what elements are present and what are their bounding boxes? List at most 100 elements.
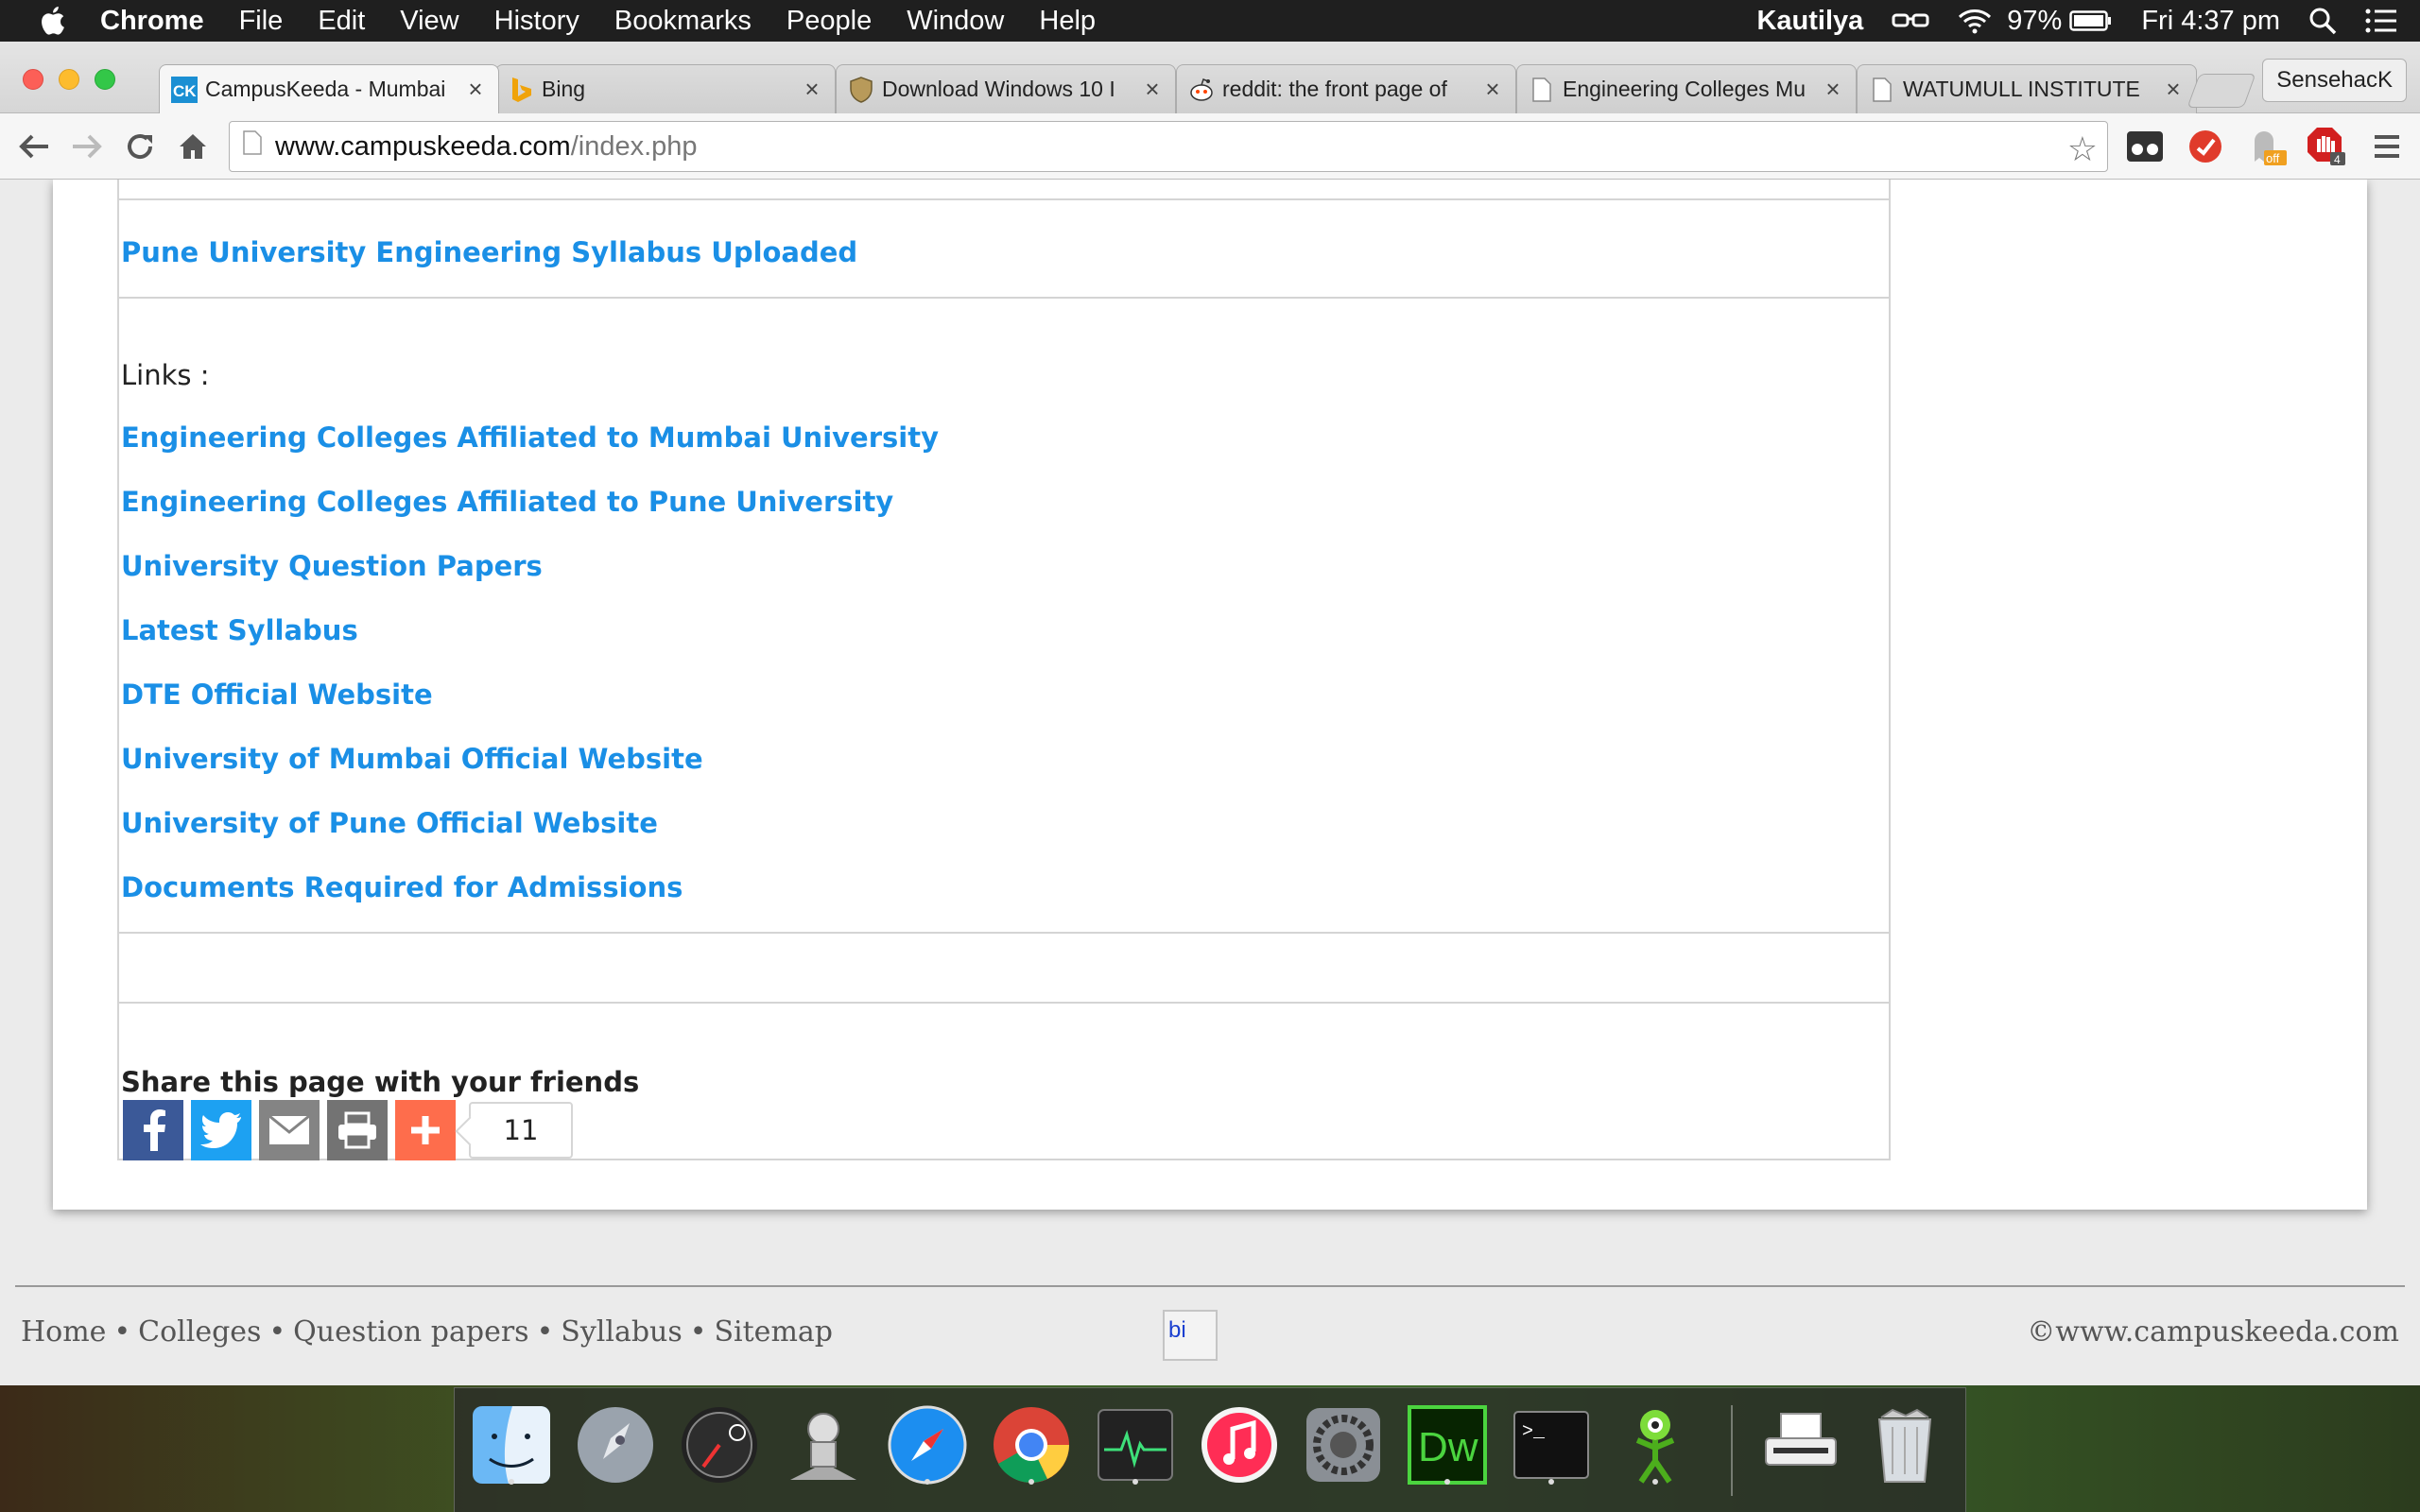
home-button[interactable] <box>170 124 216 169</box>
system-preferences-icon[interactable] <box>1300 1401 1387 1488</box>
close-tab-icon[interactable]: × <box>2162 75 2185 104</box>
link-mumbai-university[interactable]: University of Mumbai Official Website <box>121 743 703 775</box>
window-minimize-button[interactable] <box>59 69 79 90</box>
printer-icon[interactable] <box>1757 1401 1844 1488</box>
running-indicator <box>925 1479 930 1485</box>
svg-text:Dw: Dw <box>1418 1424 1478 1470</box>
dock-separator <box>1731 1405 1733 1496</box>
footer-link-syllabus[interactable]: Syllabus <box>561 1315 683 1349</box>
forward-button[interactable] <box>64 124 110 169</box>
facebook-share-button[interactable] <box>123 1100 183 1160</box>
tab-engineering-colleges[interactable]: Engineering Colleges Mu × <box>1516 64 1857 113</box>
menu-help[interactable]: Help <box>1039 6 1096 37</box>
automator-icon[interactable] <box>780 1401 867 1488</box>
pune-syllabus-link[interactable]: Pune University Engineering Syllabus Upl… <box>121 236 857 268</box>
apple-menu-icon[interactable] <box>38 4 68 38</box>
menu-edit[interactable]: Edit <box>318 6 365 37</box>
link-question-papers[interactable]: University Question Papers <box>121 550 543 582</box>
finder-icon[interactable] <box>468 1401 555 1488</box>
twitter-share-button[interactable] <box>191 1100 251 1160</box>
chrome-toolbar: www.campuskeeda.com/index.php ☆ off 4 <box>0 113 2420 180</box>
addthis-more-button[interactable] <box>395 1100 456 1160</box>
wifi-icon[interactable] <box>1958 8 1992 34</box>
chrome-menu-icon[interactable] <box>2365 125 2409 168</box>
reload-button[interactable] <box>117 124 163 169</box>
twitter-icon <box>200 1112 241 1148</box>
notification-center-icon[interactable] <box>2365 9 2397 33</box>
menu-history[interactable]: History <box>494 6 579 37</box>
tab-campuskeeda[interactable]: CK CampusKeeda - Mumbai × <box>159 64 499 113</box>
chrome-icon[interactable] <box>988 1401 1075 1488</box>
tab-title: WATUMULL INSTITUTE <box>1903 77 2140 101</box>
close-tab-icon[interactable]: × <box>801 75 823 104</box>
user-name[interactable]: Kautilya <box>1756 6 1863 37</box>
tab-reddit[interactable]: reddit: the front page of × <box>1176 64 1516 113</box>
close-tab-icon[interactable]: × <box>1141 75 1164 104</box>
battery-percent[interactable]: 97% <box>2007 6 2062 37</box>
dashboard-icon[interactable] <box>676 1401 763 1488</box>
print-icon <box>338 1111 376 1149</box>
safari-icon[interactable] <box>884 1401 971 1488</box>
launchpad-icon[interactable] <box>572 1401 659 1488</box>
tab-title: Download Windows 10 I <box>882 77 1115 101</box>
footer-link-sitemap[interactable]: Sitemap <box>714 1315 833 1349</box>
window-close-button[interactable] <box>23 69 43 90</box>
back-button[interactable] <box>11 124 57 169</box>
alien-app-icon[interactable] <box>1612 1401 1699 1488</box>
broken-image[interactable]: bi <box>1163 1310 1218 1361</box>
plus-icon <box>411 1116 440 1144</box>
svg-text:>_: >_ <box>1522 1421 1546 1443</box>
running-indicator <box>1652 1479 1658 1485</box>
tab-download-windows[interactable]: Download Windows 10 I × <box>836 64 1176 113</box>
itunes-icon[interactable] <box>1196 1401 1283 1488</box>
address-bar[interactable]: www.campuskeeda.com/index.php ☆ <box>229 121 2108 172</box>
tab-title: Engineering Colleges Mu <box>1563 77 1806 101</box>
link-mumbai-colleges[interactable]: Engineering Colleges Affiliated to Mumba… <box>121 421 939 454</box>
spotlight-search-icon[interactable] <box>2308 7 2337 35</box>
glasses-icon[interactable] <box>1892 11 1929 30</box>
adblock-extension-icon[interactable]: 4 <box>2305 125 2348 168</box>
tab-watumull[interactable]: WATUMULL INSTITUTE × <box>1857 64 2197 113</box>
menu-view[interactable]: View <box>400 6 458 37</box>
incognito-extension-icon[interactable] <box>2123 125 2167 168</box>
footer-separator: • <box>268 1315 286 1349</box>
bookmark-star-icon[interactable]: ☆ <box>2067 129 2098 169</box>
trash-icon[interactable] <box>1861 1401 1948 1488</box>
tab-bing[interactable]: Bing × <box>495 64 836 113</box>
share-count: 11 <box>469 1102 573 1159</box>
link-admission-documents[interactable]: Documents Required for Admissions <box>121 871 683 903</box>
link-dte-website[interactable]: DTE Official Website <box>121 679 433 711</box>
menu-bookmarks[interactable]: Bookmarks <box>614 6 752 37</box>
footer-link-home[interactable]: Home <box>21 1315 106 1349</box>
menu-file[interactable]: File <box>239 6 284 37</box>
divider <box>119 297 1889 299</box>
close-tab-icon[interactable]: × <box>1481 75 1504 104</box>
reddit-icon <box>1188 77 1215 103</box>
terminal-icon[interactable]: >_ <box>1508 1401 1595 1488</box>
print-share-button[interactable] <box>327 1100 388 1160</box>
close-tab-icon[interactable]: × <box>1822 75 1844 104</box>
page-icon <box>1529 77 1555 103</box>
url-host: www.campuskeeda.com <box>275 130 571 162</box>
profile-button[interactable]: SensehacK <box>2262 59 2407 102</box>
activity-monitor-icon[interactable] <box>1092 1401 1179 1488</box>
link-latest-syllabus[interactable]: Latest Syllabus <box>121 614 358 646</box>
dreamweaver-icon[interactable]: Dw <box>1404 1401 1491 1488</box>
menu-people[interactable]: People <box>786 6 872 37</box>
menu-app-chrome[interactable]: Chrome <box>100 6 204 37</box>
page-icon <box>243 130 262 163</box>
link-pune-university[interactable]: University of Pune Official Website <box>121 807 658 839</box>
new-tab-button[interactable] <box>2187 74 2256 108</box>
window-zoom-button[interactable] <box>95 69 115 90</box>
lastpass-extension-icon[interactable] <box>2184 125 2227 168</box>
email-share-button[interactable] <box>259 1100 320 1160</box>
footer-link-colleges[interactable]: Colleges <box>138 1315 261 1349</box>
close-tab-icon[interactable]: × <box>464 75 487 104</box>
battery-icon[interactable] <box>2069 9 2113 32</box>
link-pune-colleges[interactable]: Engineering Colleges Affiliated to Pune … <box>121 486 893 518</box>
menu-window[interactable]: Window <box>907 6 1004 37</box>
clock[interactable]: Fri 4:37 pm <box>2141 6 2280 37</box>
running-indicator <box>1548 1479 1554 1485</box>
ghostery-extension-icon[interactable]: off <box>2244 125 2288 168</box>
footer-link-question-papers[interactable]: Question papers <box>293 1315 528 1349</box>
